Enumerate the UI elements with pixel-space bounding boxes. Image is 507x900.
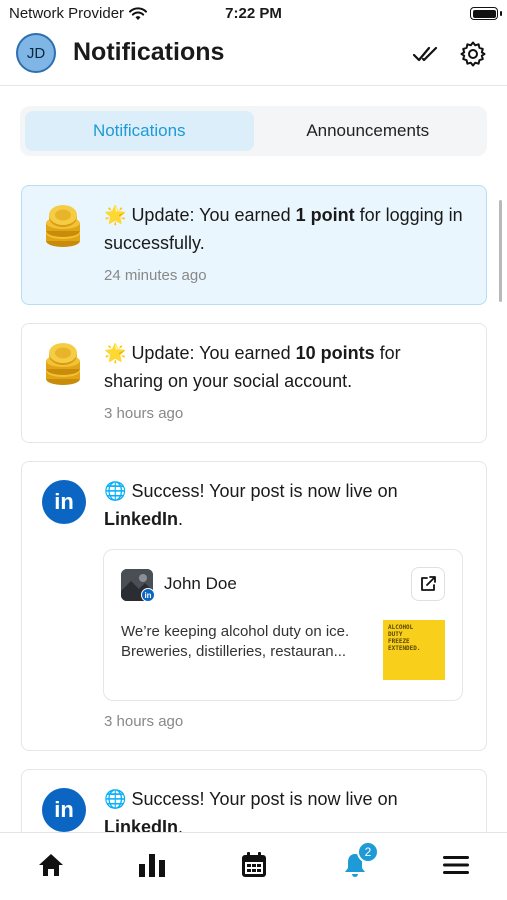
nav-menu[interactable] [440,849,472,881]
battery-icon [470,7,498,20]
notification-card[interactable]: 🌟 Update: You earned 1 point for logging… [21,185,487,305]
header: JD Notifications [0,30,507,86]
page-title: Notifications [73,38,225,66]
notification-card[interactable]: in 🌐 Success! Your post is now live on L… [21,461,487,751]
notification-card[interactable]: 🌟 Update: You earned 10 points for shari… [21,323,487,443]
gear-icon [460,41,486,67]
notification-time: 3 hours ago [104,405,184,422]
notification-count-badge: 2 [357,841,379,863]
open-external-button[interactable] [411,567,445,601]
home-icon [39,854,63,876]
post-thumbnail: ALCOHOL DUTY FREEZE EXTENDED. [383,620,445,680]
post-excerpt: We’re keeping alcohol duty on ice. Brewe… [121,623,350,660]
notification-text: 🌟 Update: You earned 1 point for logging… [104,205,463,253]
notification-time: 3 hours ago [104,713,184,730]
notification-text: 🌐 Success! Your post is now live on Link… [104,481,398,529]
double-check-icon [412,46,438,62]
bottom-nav: 2 [0,832,507,900]
post-author: John Doe [164,574,237,593]
avatar[interactable]: JD [16,33,56,73]
settings-button[interactable] [459,40,487,68]
tab-announcements[interactable]: Announcements [254,111,483,151]
calendar-icon [242,852,266,877]
tab-notifications[interactable]: Notifications [25,111,254,151]
chart-icon [139,854,165,877]
nav-home[interactable] [35,849,67,881]
status-time: 7:22 PM [225,5,282,22]
coins-icon [46,205,80,247]
globe-emoji: 🌐 [104,481,127,501]
mark-all-read-button[interactable] [412,40,440,68]
external-link-icon [421,576,436,591]
linkedin-icon: in [42,480,88,526]
nav-stats[interactable] [136,849,168,881]
nav-calendar[interactable] [238,849,270,881]
star-emoji: 🌟 [104,343,127,363]
globe-emoji: 🌐 [104,789,127,809]
star-emoji: 🌟 [104,205,127,225]
coins-icon [46,343,80,385]
menu-icon [443,856,469,874]
notification-time: 24 minutes ago [104,267,207,284]
notification-text: 🌟 Update: You earned 10 points for shari… [104,343,401,391]
scrollbar[interactable] [499,200,502,302]
post-preview[interactable]: in John Doe We’re keeping alcohol duty o… [103,549,463,701]
linkedin-icon: in [141,588,155,602]
linkedin-icon: in [42,788,88,834]
status-bar: Network Provider 7:22 PM [0,0,507,28]
tab-bar: Notifications Announcements [20,106,487,156]
